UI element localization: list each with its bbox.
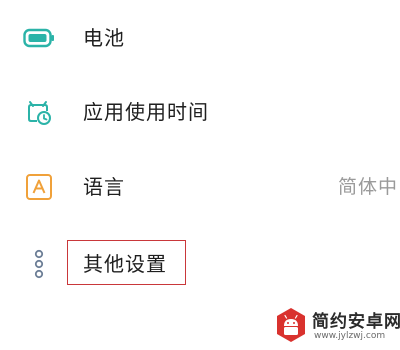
android-logo-icon <box>274 306 308 344</box>
watermark-title: 简约安卓网 <box>312 312 400 332</box>
settings-item-label: 应用使用时间 <box>83 100 209 124</box>
app-usage-clock-icon <box>22 95 56 129</box>
settings-item-label: 电池 <box>83 26 125 50</box>
language-icon <box>22 170 56 204</box>
settings-item-other-settings[interactable]: 其他设置 <box>0 236 400 292</box>
language-value: 简体中 <box>337 175 398 198</box>
settings-item-battery[interactable]: 电池 <box>0 10 400 66</box>
settings-item-app-usage-time[interactable]: 应用使用时间 <box>0 84 400 140</box>
watermark: 简约安卓网 www.jylzwj.com <box>274 300 400 350</box>
battery-icon <box>22 21 56 55</box>
watermark-url: www.jylzwj.com <box>314 331 386 341</box>
more-dots-icon <box>22 247 56 281</box>
highlight-annotation-box <box>67 240 186 285</box>
settings-item-label: 语言 <box>83 175 125 199</box>
settings-item-language[interactable]: 语言 简体中 <box>0 159 400 215</box>
